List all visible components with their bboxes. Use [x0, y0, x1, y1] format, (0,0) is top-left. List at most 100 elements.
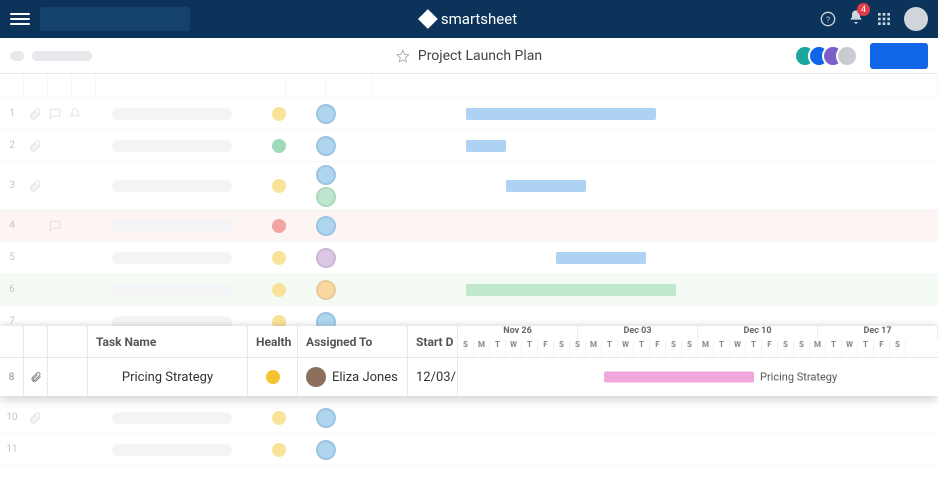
- health-cell[interactable]: [248, 358, 298, 396]
- dim-column-header: [0, 74, 938, 98]
- user-avatar[interactable]: [904, 7, 928, 31]
- start-date-cell[interactable]: 12/03/: [408, 358, 458, 396]
- gantt-bar[interactable]: [466, 108, 656, 120]
- sheet-header: Project Launch Plan: [0, 38, 938, 74]
- column-header-row: Task Name Health Assigned To Start D Nov…: [0, 326, 938, 358]
- health-dot: [272, 283, 286, 297]
- health-dot: [272, 251, 286, 265]
- row-number: 5: [0, 252, 24, 263]
- gantt-bar[interactable]: [604, 372, 754, 383]
- gantt-bar[interactable]: [466, 140, 506, 152]
- paperclip-icon: [28, 107, 42, 121]
- day-label: M: [810, 340, 826, 357]
- collaborator-avatar: [836, 45, 858, 67]
- day-label: W: [618, 340, 634, 357]
- smartsheet-logo-icon: [418, 9, 438, 29]
- svg-text:?: ?: [826, 15, 830, 25]
- day-label: T: [490, 340, 506, 357]
- month-label: Dec 10: [698, 326, 818, 340]
- task-placeholder: [112, 220, 232, 232]
- gantt-area: [446, 274, 938, 305]
- day-label: W: [730, 340, 746, 357]
- gantt-bar[interactable]: [556, 252, 646, 264]
- timeline-header: Nov 26Dec 03Dec 10Dec 17 SMTWTFSSMTWTFSS…: [458, 326, 938, 357]
- comment-icon: [48, 219, 62, 233]
- month-label: Nov 26: [458, 326, 578, 340]
- sheet-row[interactable]: 3: [0, 162, 938, 210]
- brand-text: smartsheet: [441, 10, 517, 28]
- assigned-to-header[interactable]: Assigned To: [298, 326, 408, 357]
- indicator-cell: [48, 358, 88, 396]
- hamburger-menu-icon[interactable]: [10, 9, 30, 29]
- sheet-row[interactable]: 6: [0, 274, 938, 306]
- attachment-cell[interactable]: [24, 358, 48, 396]
- sheet-row[interactable]: 2: [0, 130, 938, 162]
- task-placeholder: [112, 140, 232, 152]
- share-button[interactable]: [870, 43, 928, 69]
- breadcrumb-placeholder: [32, 51, 92, 61]
- notifications-button[interactable]: 4: [848, 9, 864, 29]
- day-label: W: [842, 340, 858, 357]
- notification-badge: 4: [857, 3, 870, 16]
- row-number: 3: [0, 180, 24, 191]
- task-name-cell[interactable]: Pricing Strategy: [88, 358, 248, 396]
- gantt-area: [446, 434, 938, 465]
- star-icon[interactable]: [396, 49, 410, 63]
- focused-row-panel: Task Name Health Assigned To Start D Nov…: [0, 326, 938, 396]
- health-dot: [272, 139, 286, 153]
- sheet-row[interactable]: 4: [0, 210, 938, 242]
- gantt-area: [446, 242, 938, 273]
- task-name-header[interactable]: Task Name: [88, 326, 248, 357]
- assigned-to-cell[interactable]: Eliza Jones: [298, 358, 408, 396]
- month-label: Dec 17: [818, 326, 938, 340]
- focused-data-row[interactable]: 8 Pricing Strategy Eliza Jones 12/03/ Pr…: [0, 358, 938, 396]
- day-label: S: [458, 340, 474, 357]
- gantt-area: [446, 98, 938, 129]
- task-placeholder: [112, 444, 232, 456]
- top-navbar: smartsheet ? 4: [0, 0, 938, 38]
- gantt-bar[interactable]: [466, 284, 676, 296]
- health-dot: [272, 107, 286, 121]
- gantt-area: [446, 162, 938, 209]
- day-label: T: [746, 340, 762, 357]
- day-label: F: [538, 340, 554, 357]
- task-placeholder: [112, 412, 232, 424]
- day-label: M: [698, 340, 714, 357]
- paperclip-icon: [30, 370, 42, 384]
- sheet-row[interactable]: 10: [0, 402, 938, 434]
- collaborator-avatars[interactable]: [802, 45, 858, 67]
- row-number: 10: [0, 412, 24, 423]
- sheet-title: Project Launch Plan: [418, 48, 542, 64]
- sheet-row[interactable]: 5: [0, 242, 938, 274]
- gantt-area: [446, 402, 938, 433]
- sheet-row[interactable]: 11: [0, 434, 938, 466]
- day-label: S: [682, 340, 698, 357]
- assignee-avatar: [316, 440, 336, 460]
- gantt-bar-label: Pricing Strategy: [760, 371, 837, 384]
- icon-placeholder: [10, 51, 24, 61]
- row-number: 11: [0, 444, 24, 455]
- gantt-bar[interactable]: [506, 180, 586, 192]
- day-label: F: [874, 340, 890, 357]
- help-icon[interactable]: ?: [820, 11, 836, 27]
- paperclip-icon: [28, 179, 42, 193]
- start-date-header[interactable]: Start D: [408, 326, 458, 357]
- brand-logo: smartsheet: [421, 10, 517, 28]
- search-input[interactable]: [40, 7, 190, 31]
- day-label: T: [634, 340, 650, 357]
- day-label: S: [666, 340, 682, 357]
- day-label: T: [826, 340, 842, 357]
- assignee-avatar: [316, 408, 336, 428]
- apps-grid-icon[interactable]: [876, 11, 892, 27]
- month-label: Dec 03: [578, 326, 698, 340]
- health-header[interactable]: Health: [248, 326, 298, 357]
- assignee-avatar: [316, 280, 336, 300]
- day-label: W: [506, 340, 522, 357]
- day-label: S: [570, 340, 586, 357]
- day-label: T: [858, 340, 874, 357]
- paperclip-icon: [28, 411, 42, 425]
- day-label: S: [554, 340, 570, 357]
- sheet-row[interactable]: 1: [0, 98, 938, 130]
- assignee-avatar: [316, 104, 336, 124]
- task-placeholder: [112, 108, 232, 120]
